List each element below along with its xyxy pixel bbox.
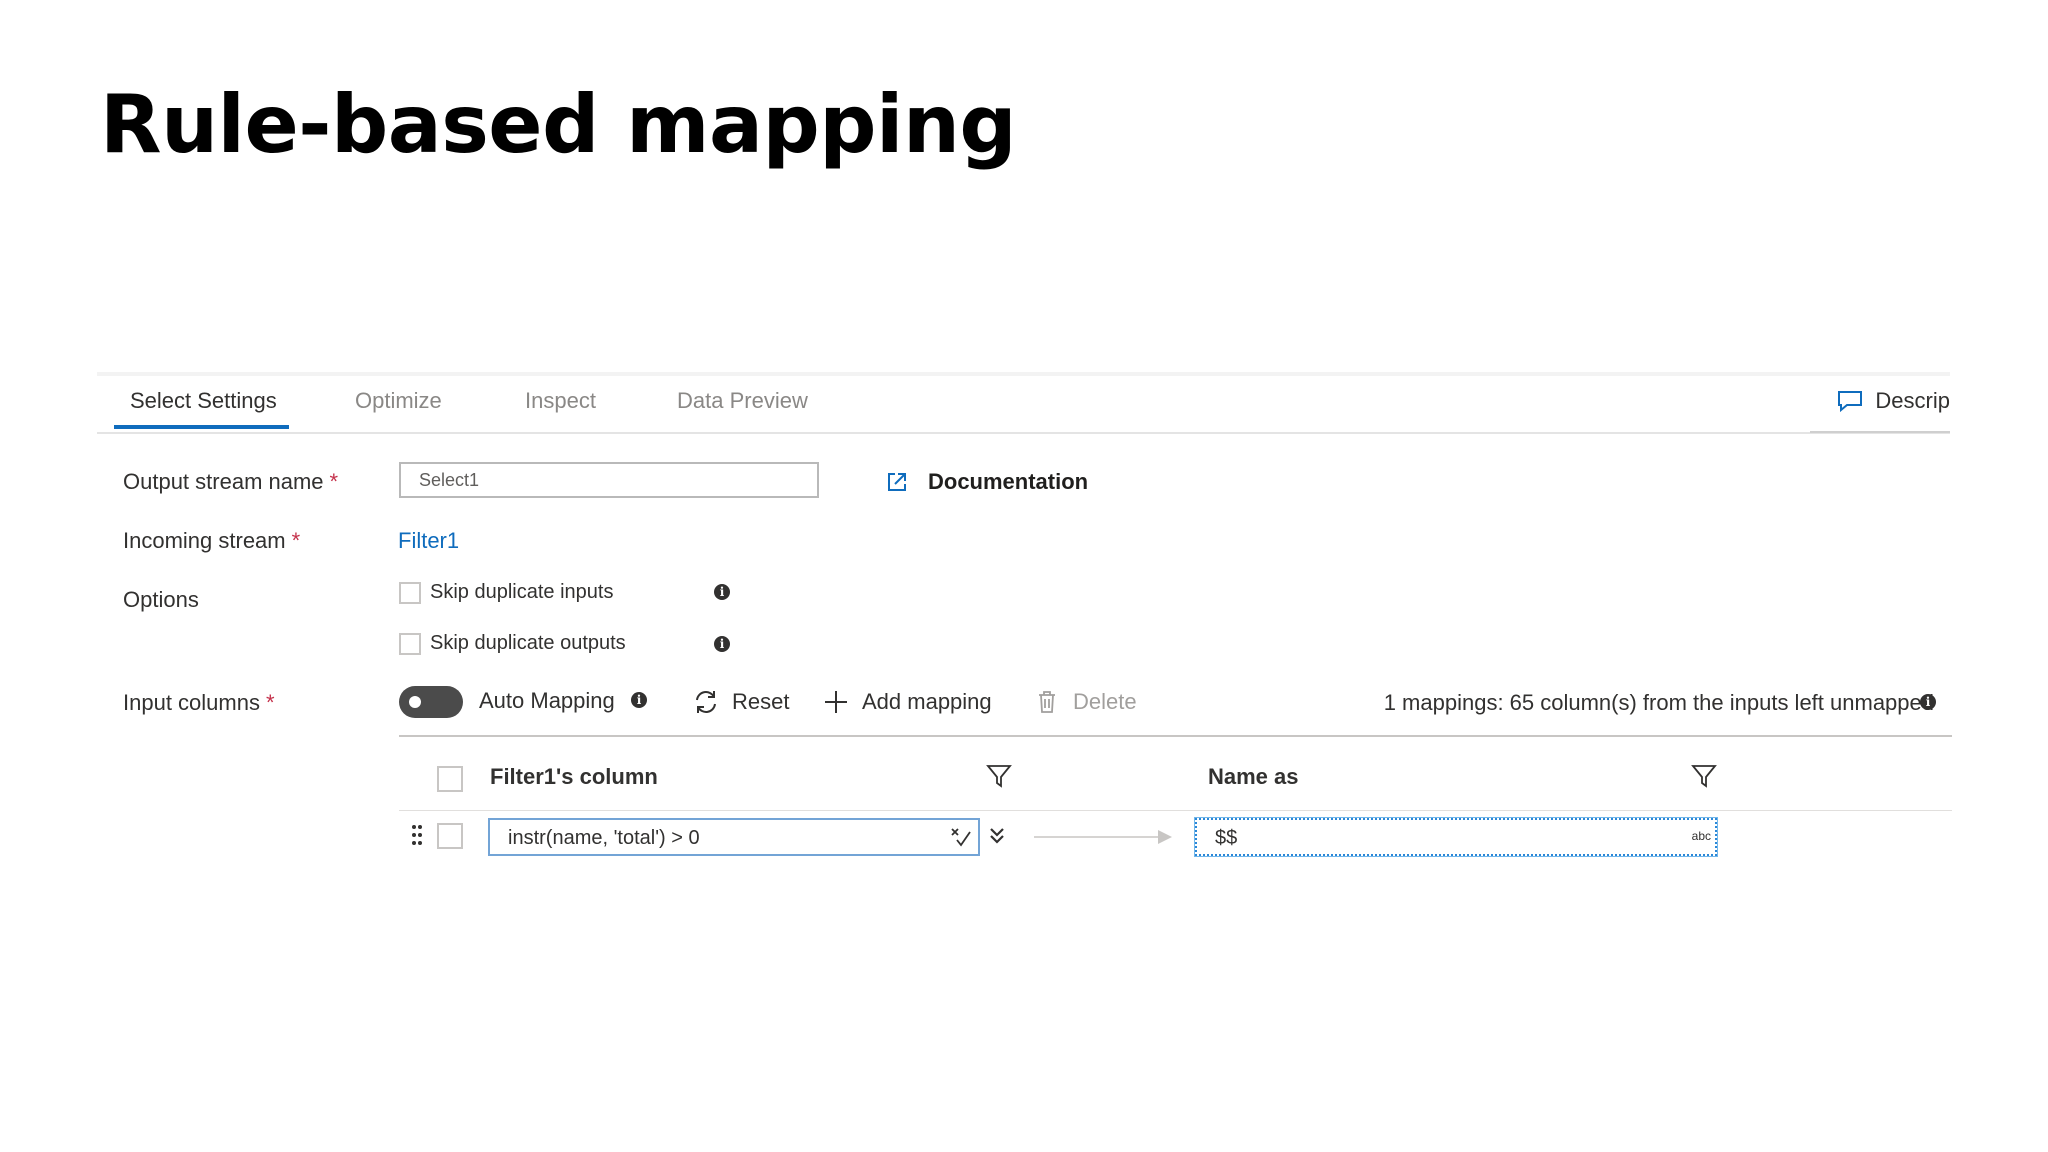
tab-optimize[interactable]: Optimize (355, 388, 442, 414)
source-expression-input[interactable]: instr(name, 'total') > 0 (488, 818, 980, 856)
incoming-stream-link[interactable]: Filter1 (398, 528, 459, 554)
add-mapping-button[interactable]: Add mapping (822, 688, 992, 716)
incoming-stream-label: Incoming stream * (123, 528, 301, 553)
slide-title: Rule-based mapping (100, 78, 1017, 171)
tab-data-preview[interactable]: Data Preview (677, 388, 808, 414)
documentation-link[interactable]: Documentation (886, 469, 1088, 495)
info-icon[interactable]: i (1920, 694, 1936, 710)
expression-builder-icon[interactable] (950, 826, 972, 848)
skip-duplicate-outputs-option[interactable]: Skip duplicate outputs (399, 632, 626, 655)
string-type-badge: abc (1691, 829, 1711, 843)
documentation-label: Documentation (928, 469, 1089, 494)
skip-duplicate-inputs-option[interactable]: Skip duplicate inputs (399, 581, 613, 604)
source-expression-value: instr(name, 'total') > 0 (508, 827, 700, 849)
select-all-checkbox[interactable] (437, 766, 463, 792)
arrow-right-icon (1034, 830, 1172, 844)
filter-icon[interactable] (985, 762, 1013, 790)
delete-button[interactable]: Delete (1033, 688, 1137, 716)
active-tab-indicator (114, 425, 289, 429)
toolbar-divider (399, 735, 1952, 737)
tab-inspect[interactable]: Inspect (525, 388, 596, 414)
reset-button[interactable]: Reset (692, 688, 789, 716)
trash-icon (1039, 691, 1055, 713)
output-stream-label: Output stream name * (123, 469, 339, 494)
output-stream-input[interactable]: Select1 (399, 462, 819, 498)
comment-icon (1838, 391, 1863, 412)
skip-duplicate-outputs-label: Skip duplicate outputs (430, 632, 626, 654)
mapping-status: 1 mappings: 65 column(s) from the inputs… (1383, 690, 1934, 715)
column-header-name-as: Name as (1208, 764, 1299, 789)
skip-duplicate-inputs-checkbox[interactable] (399, 581, 421, 604)
description-label: Descrip (1875, 388, 1950, 413)
drag-handle-icon[interactable] (411, 824, 423, 846)
external-link-icon (888, 473, 906, 491)
input-columns-label: Input columns * (123, 690, 275, 715)
info-icon[interactable]: i (714, 584, 730, 600)
info-icon[interactable]: i (714, 636, 730, 652)
column-header-source: Filter1's column (490, 764, 658, 789)
tab-bar: Select Settings Optimize Inspect Data Pr… (97, 372, 1950, 434)
mapping-grid-header: Filter1's column Name as (399, 758, 1952, 811)
description-divider (1810, 431, 1950, 433)
row-checkbox[interactable] (437, 823, 463, 849)
refresh-icon (696, 691, 716, 713)
skip-duplicate-outputs-checkbox[interactable] (399, 632, 421, 655)
table-row: instr(name, 'total') > 0 $$ abc (399, 812, 1952, 862)
info-icon[interactable]: i (631, 692, 647, 708)
name-as-value: $$ (1215, 827, 1238, 849)
filter-icon[interactable] (1690, 762, 1718, 790)
name-as-input[interactable]: $$ abc (1194, 817, 1718, 857)
tab-select-settings[interactable]: Select Settings (130, 388, 277, 414)
mapping-toolbar: Auto Mapping i Reset Add mapping Delete … (399, 682, 1952, 726)
options-label: Options (123, 587, 199, 612)
description-button[interactable]: Descrip (1837, 388, 1950, 414)
auto-mapping-label: Auto Mapping (479, 688, 615, 713)
auto-mapping-toggle[interactable] (399, 686, 463, 718)
chevron-double-down-icon[interactable] (988, 826, 1006, 846)
toggle-knob (409, 696, 421, 708)
skip-duplicate-inputs-label: Skip duplicate inputs (430, 581, 614, 603)
plus-icon (825, 691, 847, 713)
